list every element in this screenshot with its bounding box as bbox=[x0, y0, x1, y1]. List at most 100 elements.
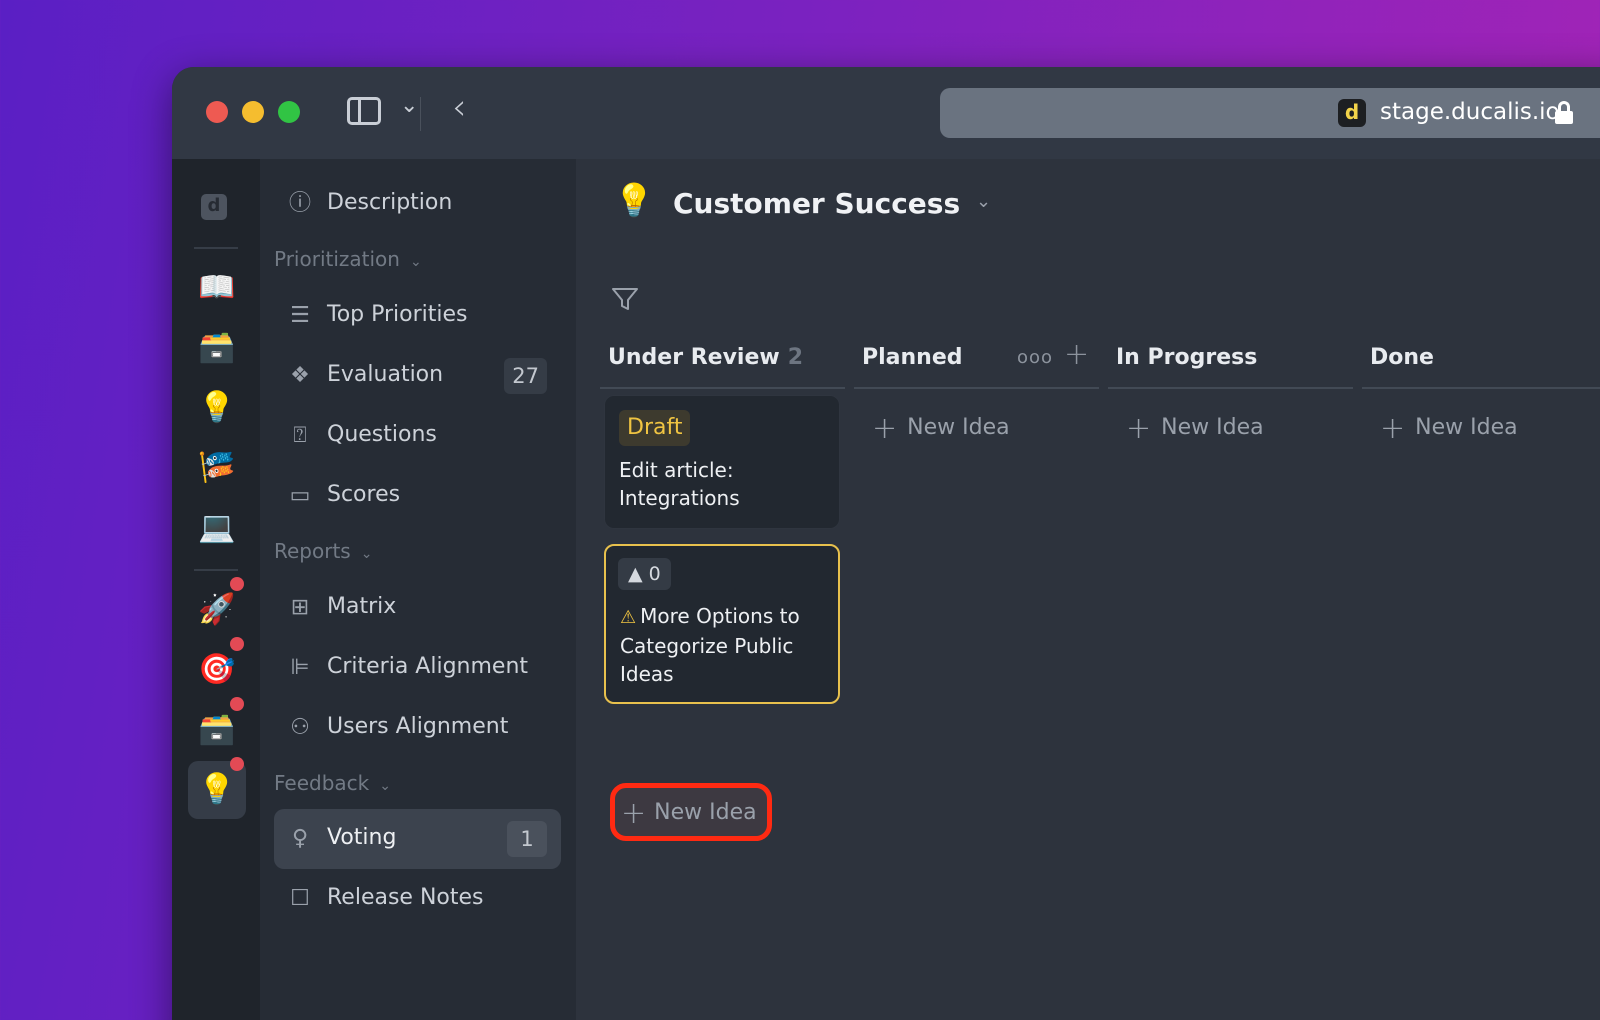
nav-item-users-alignment[interactable]: ⚇ Users Alignment bbox=[274, 698, 561, 758]
upvote-button[interactable]: ▲ 0 bbox=[618, 558, 671, 590]
release-notes-icon: ☐ bbox=[290, 886, 310, 911]
question-folder-icon: ⍰ bbox=[293, 423, 307, 448]
column-title: Under Review bbox=[608, 345, 780, 370]
chevron-down-icon[interactable]: ⌄ bbox=[400, 93, 418, 118]
address-bar[interactable]: d stage.ducalis.io bbox=[940, 88, 1600, 138]
minimize-window-button[interactable] bbox=[242, 101, 264, 123]
nav-item-description[interactable]: ⓘ Description bbox=[274, 174, 561, 234]
light-bulb-icon[interactable]: 💡 bbox=[188, 379, 246, 437]
target-emoji: 🎯 bbox=[198, 652, 236, 687]
board-area: 💡 Customer Success ⌄ Under Review 2 Plann… bbox=[576, 159, 1600, 1020]
workspace-rail: d 📖 🗃️ 💡 🎏 💻 🚀 🎯 🗃️ 💡 bbox=[172, 159, 260, 1020]
plus-icon: + bbox=[1126, 411, 1152, 446]
chevron-down-icon: ⌄ bbox=[379, 778, 391, 794]
laptop-icon[interactable]: 💻 bbox=[188, 499, 246, 557]
column-under-review: Under Review 2 bbox=[600, 329, 845, 389]
back-button[interactable]: ‹ bbox=[452, 87, 466, 128]
new-idea-label: New Idea bbox=[1415, 415, 1518, 440]
nav-label: Questions bbox=[327, 422, 437, 447]
rocket-emoji: 🚀 bbox=[198, 592, 236, 627]
new-idea-button[interactable]: + New Idea bbox=[872, 411, 1010, 446]
section-prioritization[interactable]: Prioritization ⌄ bbox=[274, 247, 422, 271]
notification-dot bbox=[230, 577, 244, 591]
maximize-window-button[interactable] bbox=[278, 101, 300, 123]
project-sidebar: ⓘ Description Prioritization ⌄ ☰ Top Prio… bbox=[260, 159, 576, 1020]
card-title-wrap: ⚠ More Options to Categorize Public Ideas bbox=[620, 602, 830, 688]
board-title[interactable]: Customer Success bbox=[673, 187, 960, 220]
section-reports[interactable]: Reports ⌄ bbox=[274, 539, 372, 563]
lock-icon bbox=[1555, 101, 1573, 124]
nav-item-matrix[interactable]: ⊞ Matrix bbox=[274, 578, 561, 638]
app-logo[interactable]: d bbox=[201, 194, 227, 220]
nav-label: Voting bbox=[327, 825, 397, 850]
site-favicon-icon: d bbox=[1338, 99, 1366, 127]
section-label: Prioritization bbox=[274, 247, 400, 271]
numbered-list-icon: ☰ bbox=[290, 303, 310, 328]
rocket-icon[interactable]: 🚀 bbox=[188, 577, 246, 639]
new-idea-button[interactable]: + New Idea bbox=[1380, 411, 1518, 446]
nav-item-release-notes[interactable]: ☐ Release Notes bbox=[274, 869, 561, 929]
target-icon[interactable]: 🎯 bbox=[188, 637, 246, 699]
card-file-box-icon[interactable]: 🗃️ bbox=[188, 697, 246, 759]
chevron-down-icon: ⌄ bbox=[360, 546, 373, 562]
triangle-up-icon: ▲ bbox=[628, 563, 643, 585]
nav-item-scores[interactable]: ▭ Scores bbox=[274, 466, 561, 526]
nav-label: Evaluation bbox=[327, 362, 444, 387]
column-header: Under Review 2 bbox=[600, 329, 845, 389]
info-icon: ⓘ bbox=[288, 191, 311, 216]
idea-card[interactable]: Draft Edit article: Integrations bbox=[604, 395, 840, 529]
carp-streamer-icon[interactable]: 🎏 bbox=[188, 439, 246, 497]
nav-label: Description bbox=[327, 190, 453, 215]
light-bulb-outline-icon: ♀ bbox=[291, 826, 309, 851]
nav-item-evaluation[interactable]: ❖ Evaluation 27 bbox=[274, 346, 561, 406]
plus-icon: + bbox=[1380, 411, 1406, 446]
card-title: Edit article: Integrations bbox=[619, 458, 740, 510]
section-feedback[interactable]: Feedback ⌄ bbox=[274, 771, 391, 795]
notification-dot bbox=[230, 637, 244, 651]
column-count: 2 bbox=[787, 345, 804, 370]
new-idea-label: New Idea bbox=[654, 800, 757, 825]
idea-card[interactable]: ▲ 0 ⚠ More Options to Categorize Public I… bbox=[604, 544, 840, 704]
new-idea-button-highlighted[interactable]: + New Idea bbox=[610, 783, 772, 841]
close-window-button[interactable] bbox=[206, 101, 228, 123]
column-planned: Planned ooo + + New Idea bbox=[854, 329, 1099, 446]
nav-label: Users Alignment bbox=[327, 714, 509, 739]
url-text: stage.ducalis.io bbox=[1380, 99, 1560, 125]
column-title: In Progress bbox=[1116, 345, 1258, 370]
chevron-down-icon: ⌄ bbox=[409, 254, 422, 270]
new-idea-label: New Idea bbox=[907, 415, 1010, 440]
light-bulb-icon[interactable]: 💡 bbox=[188, 757, 246, 819]
vote-count: 0 bbox=[648, 563, 661, 585]
nav-item-voting[interactable]: ♀ Voting 1 bbox=[274, 809, 561, 869]
light-bulb-emoji: 💡 bbox=[198, 772, 236, 807]
browser-window: ⌄ ‹ d stage.ducalis.io d 📖 🗃️ 💡 🎏 💻 🚀 🎯 … bbox=[172, 67, 1600, 1020]
add-idea-icon[interactable]: + bbox=[1064, 337, 1089, 372]
chevron-down-icon[interactable]: ⌄ bbox=[976, 191, 991, 212]
align-left-icon: ⊫ bbox=[290, 655, 310, 680]
count-badge: 27 bbox=[504, 358, 547, 394]
nav-label: Top Priorities bbox=[327, 302, 468, 327]
nav-item-criteria-alignment[interactable]: ⊫ Criteria Alignment bbox=[274, 638, 561, 698]
filter-icon[interactable] bbox=[610, 284, 640, 314]
column-header: Done bbox=[1362, 329, 1600, 389]
column-done: Done + New Idea bbox=[1362, 329, 1600, 446]
warning-icon: ⚠ bbox=[620, 607, 637, 628]
section-label: Feedback bbox=[274, 771, 370, 795]
sidebar-toggle-icon[interactable] bbox=[347, 97, 381, 125]
column-in-progress: In Progress + New Idea bbox=[1108, 329, 1353, 446]
open-book-icon[interactable]: 📖 bbox=[188, 259, 246, 317]
nav-item-top-priorities[interactable]: ☰ Top Priorities bbox=[274, 286, 561, 346]
nav-label: Matrix bbox=[327, 594, 397, 619]
column-title: Done bbox=[1370, 345, 1434, 370]
nav-item-questions[interactable]: ⍰ Questions bbox=[274, 406, 561, 466]
column-title: Planned bbox=[862, 345, 963, 370]
more-options-icon[interactable]: ooo bbox=[1017, 347, 1053, 368]
card-file-box-icon[interactable]: 🗃️ bbox=[188, 319, 246, 377]
new-idea-button[interactable]: + New Idea bbox=[1126, 411, 1264, 446]
nav-label: Criteria Alignment bbox=[327, 654, 529, 679]
board-light-bulb-icon: 💡 bbox=[614, 181, 654, 219]
evaluation-icon: ❖ bbox=[290, 363, 310, 388]
briefcase-icon: ▭ bbox=[289, 483, 311, 508]
card-title: More Options to Categorize Public Ideas bbox=[620, 604, 800, 686]
rail-divider bbox=[194, 247, 238, 249]
